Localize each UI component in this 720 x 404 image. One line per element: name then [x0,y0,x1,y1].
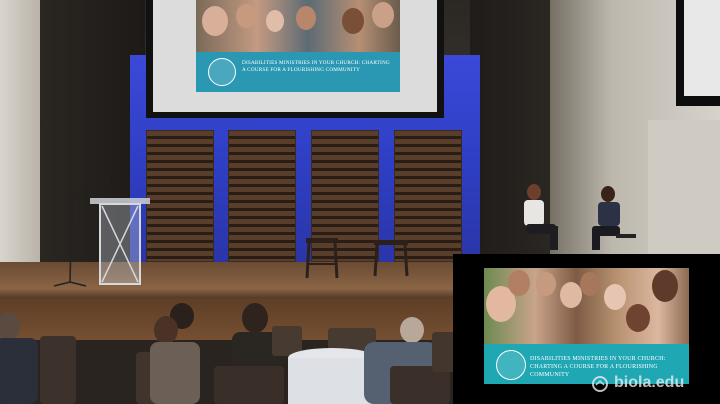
face [626,304,650,332]
stage-stools [305,238,409,279]
face [652,270,678,302]
child-face [202,6,228,36]
face [342,8,364,34]
face [560,282,582,308]
secondary-screen [684,0,720,96]
face [236,4,256,28]
biola-seal-icon [208,58,236,86]
biola-watermark: biola.edu [614,374,685,391]
face [372,2,394,28]
face [604,284,626,310]
projector-slide-title: Disabilities Ministries in your Church: … [242,60,390,73]
lectern-and-mic-stand [53,175,150,287]
right-wall-panel [648,120,720,260]
face [536,272,556,296]
overlay-slide-photo [484,268,689,344]
face [508,270,530,296]
left-wall [0,0,40,270]
projector-slide-photo [196,0,400,52]
face [266,10,284,32]
face [296,6,316,30]
biola-seal-icon [592,376,608,392]
audience [0,303,460,404]
biola-seal-icon [496,350,526,380]
wood-slat-panel [228,130,296,262]
speakers-on-stage [524,184,636,250]
face [580,272,600,296]
